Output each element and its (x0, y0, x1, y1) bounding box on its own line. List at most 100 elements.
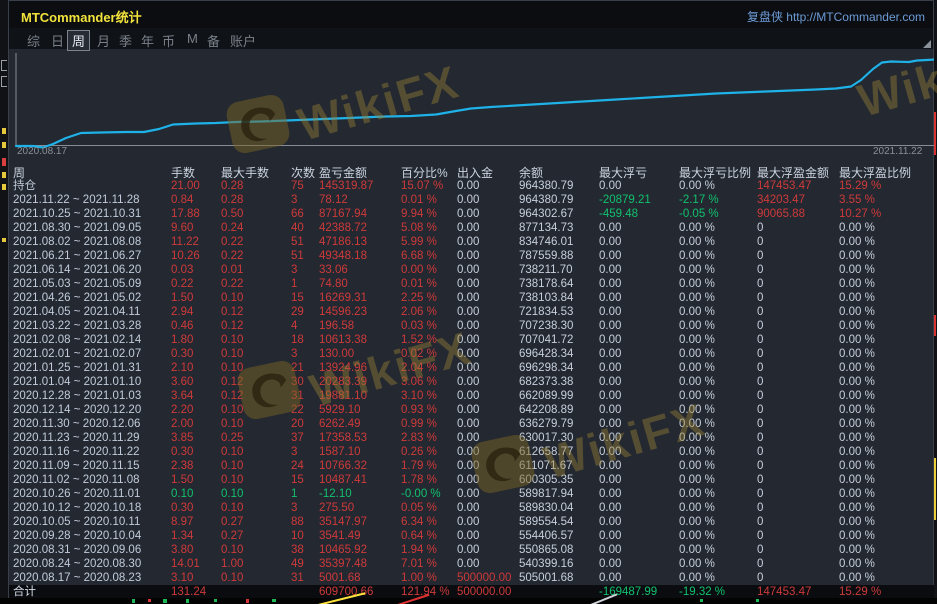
row-period-label: 2021.01.04 ~ 2021.01.10 (13, 375, 141, 389)
background-candle-marks (700, 599, 703, 602)
cell-最大浮盈比例: 0.00 % (839, 263, 875, 277)
cell-最大浮亏比例: 0.00 % (679, 319, 715, 333)
menu-item-7[interactable]: 币 (159, 31, 178, 50)
table-row[interactable]: 2021.02.01 ~ 2021.02.070.300.103130.000.… (9, 347, 935, 361)
resize-grip-icon[interactable] (923, 40, 931, 48)
cell-出入金: 0.00 (457, 277, 479, 291)
cell-次数: 20 (291, 417, 304, 431)
menu-item-3[interactable]: 周 (67, 30, 90, 51)
table-row[interactable]: 2020.08.24 ~ 2020.08.3014.011.004935397.… (9, 557, 935, 571)
window-titlebar[interactable]: MTCommander统计 复盘侠 http://MTCommander.com (9, 1, 933, 29)
cell-出入金: 0.00 (457, 291, 479, 305)
cell-盈亏金额: 10465.92 (319, 543, 367, 557)
cell-最大浮盈比例: 0.00 % (839, 305, 875, 319)
table-row[interactable]: 2021.06.21 ~ 2021.06.2710.260.225149348.… (9, 249, 935, 263)
table-row[interactable]: 2021.01.25 ~ 2021.01.312.100.102113924.9… (9, 361, 935, 375)
menu-item-8[interactable]: M (184, 31, 201, 46)
cell-余额: 696298.34 (519, 361, 573, 375)
table-row[interactable]: 2021.11.22 ~ 2021.11.280.840.28378.120.0… (9, 193, 935, 207)
cell-百分比%: 0.01 % (401, 277, 437, 291)
cell-最大浮亏比例: 0.00 % (679, 501, 715, 515)
menu-item-1[interactable]: 综 (24, 31, 43, 50)
table-row[interactable]: 2021.04.26 ~ 2021.05.021.500.101516269.3… (9, 291, 935, 305)
row-period-label: 2021.08.30 ~ 2021.09.05 (13, 221, 141, 235)
table-row[interactable]: 2020.12.14 ~ 2020.12.202.200.10225929.10… (9, 403, 935, 417)
cell-最大浮盈金额: 90065.88 (757, 207, 805, 221)
cell-盈亏金额: 74.80 (319, 277, 348, 291)
table-row[interactable]: 2020.11.30 ~ 2020.12.062.000.10206262.49… (9, 417, 935, 431)
cell-盈亏金额: 5929.10 (319, 403, 361, 417)
row-period-label: 2020.08.17 ~ 2020.08.23 (13, 571, 141, 585)
cell-最大浮亏比例: 0.00 % (679, 277, 715, 291)
table-total-row[interactable]: 合计131.24609700.66121.94 %500000.00-16948… (9, 585, 935, 599)
menu-item-10[interactable]: 账户 (227, 31, 259, 50)
mtcommander-window: MTCommander统计 复盘侠 http://MTCommander.com… (8, 0, 934, 598)
cell-余额: 738211.70 (519, 263, 573, 277)
cell-出入金: 500000.00 (457, 571, 511, 585)
brand-link[interactable]: 复盘侠 http://MTCommander.com (747, 8, 925, 25)
cell-手数: 0.03 (171, 263, 193, 277)
table-row[interactable]: 2021.05.03 ~ 2021.05.090.220.22174.800.0… (9, 277, 935, 291)
background-candle-marks (132, 599, 135, 603)
table-row[interactable]: 2021.02.08 ~ 2021.02.141.800.101810613.3… (9, 333, 935, 347)
cell-最大浮盈金额: 0 (757, 319, 763, 333)
cell-最大手数: 0.10 (221, 543, 243, 557)
table-row[interactable]: 持仓21.000.2875145319.8715.07 %0.00964380.… (9, 179, 935, 193)
row-period-label: 2021.01.25 ~ 2021.01.31 (13, 361, 141, 375)
cell-出入金: 0.00 (457, 207, 479, 221)
table-row[interactable]: 2020.11.16 ~ 2020.11.220.300.1031587.100… (9, 445, 935, 459)
cell-出入金: 0.00 (457, 515, 479, 529)
cell-百分比%: 9.94 % (401, 207, 437, 221)
cell-最大浮盈比例: 0.00 % (839, 459, 875, 473)
cell-余额: 611071.67 (519, 459, 573, 473)
cell-最大手数: 0.28 (221, 193, 243, 207)
cell-最大浮盈比例: 0.00 % (839, 249, 875, 263)
cell-盈亏金额: 78.12 (319, 193, 348, 207)
cell-手数: 2.10 (171, 361, 193, 375)
table-row[interactable]: 2021.01.04 ~ 2021.01.103.600.123020283.3… (9, 375, 935, 389)
cell-手数: 21.00 (171, 179, 200, 193)
cell-百分比%: 6.34 % (401, 515, 437, 529)
table-row[interactable]: 2021.08.02 ~ 2021.08.0811.220.225147186.… (9, 235, 935, 249)
cell-最大浮盈金额: 0 (757, 361, 763, 375)
table-row[interactable]: 2020.11.09 ~ 2020.11.152.380.102410766.3… (9, 459, 935, 473)
cell-百分比%: 0.02 % (401, 347, 437, 361)
row-period-label: 2021.02.01 ~ 2021.02.07 (13, 347, 141, 361)
table-row[interactable]: 2020.10.12 ~ 2020.10.180.300.103275.500.… (9, 501, 935, 515)
cell-最大手数: 0.22 (221, 235, 243, 249)
cell-盈亏金额: 196.58 (319, 319, 354, 333)
table-row[interactable]: 2020.10.26 ~ 2020.11.010.100.101-12.10-0… (9, 487, 935, 501)
cell-出入金: 0.00 (457, 557, 479, 571)
table-row[interactable]: 2021.03.22 ~ 2021.03.280.460.124196.580.… (9, 319, 935, 333)
cell-余额: 589830.04 (519, 501, 573, 515)
table-row[interactable]: 2020.11.02 ~ 2020.11.081.500.101510487.4… (9, 473, 935, 487)
table-row[interactable]: 2021.08.30 ~ 2021.09.059.600.244042388.7… (9, 221, 935, 235)
menu-item-5[interactable]: 季 (116, 31, 135, 50)
menu-item-9[interactable]: 备 (204, 31, 223, 50)
menu-item-6[interactable]: 年 (138, 31, 157, 50)
cell-次数: 1 (291, 487, 297, 501)
table-row[interactable]: 2020.11.23 ~ 2020.11.293.850.253717358.5… (9, 431, 935, 445)
table-row[interactable]: 2020.10.05 ~ 2020.10.118.970.278835147.9… (9, 515, 935, 529)
table-row[interactable]: 2020.08.31 ~ 2020.09.063.800.103810465.9… (9, 543, 935, 557)
table-row[interactable]: 2020.12.28 ~ 2021.01.033.640.123119881.1… (9, 389, 935, 403)
cell-最大浮亏: 0.00 (599, 333, 621, 347)
row-period-label: 2020.09.28 ~ 2020.10.04 (13, 529, 141, 543)
menu-item-2[interactable]: 日 (48, 31, 67, 50)
table-row[interactable]: 2020.09.28 ~ 2020.10.041.340.27103541.49… (9, 529, 935, 543)
table-row[interactable]: 2021.10.25 ~ 2021.10.3117.880.506687167.… (9, 207, 935, 221)
cell-手数: 0.10 (171, 487, 193, 501)
cell-最大浮盈金额: 0 (757, 263, 763, 277)
cell-最大浮亏比例: 0.00 % (679, 179, 715, 193)
menu-item-4[interactable]: 月 (94, 31, 113, 50)
cell-次数: 15 (291, 291, 304, 305)
cell-最大浮盈金额: 0 (757, 515, 763, 529)
cell-次数: 51 (291, 235, 304, 249)
table-row[interactable]: 2021.04.05 ~ 2021.04.112.940.122914596.2… (9, 305, 935, 319)
table-row[interactable]: 2020.08.17 ~ 2020.08.233.100.10315001.68… (9, 571, 935, 585)
table-row[interactable]: 2021.06.14 ~ 2021.06.200.030.01333.060.0… (9, 263, 935, 277)
cell-次数: 66 (291, 207, 304, 221)
cell-盈亏金额: 33.06 (319, 263, 348, 277)
cell-最大浮亏: 0.00 (599, 235, 621, 249)
cell-最大浮盈金额: 0 (757, 529, 763, 543)
